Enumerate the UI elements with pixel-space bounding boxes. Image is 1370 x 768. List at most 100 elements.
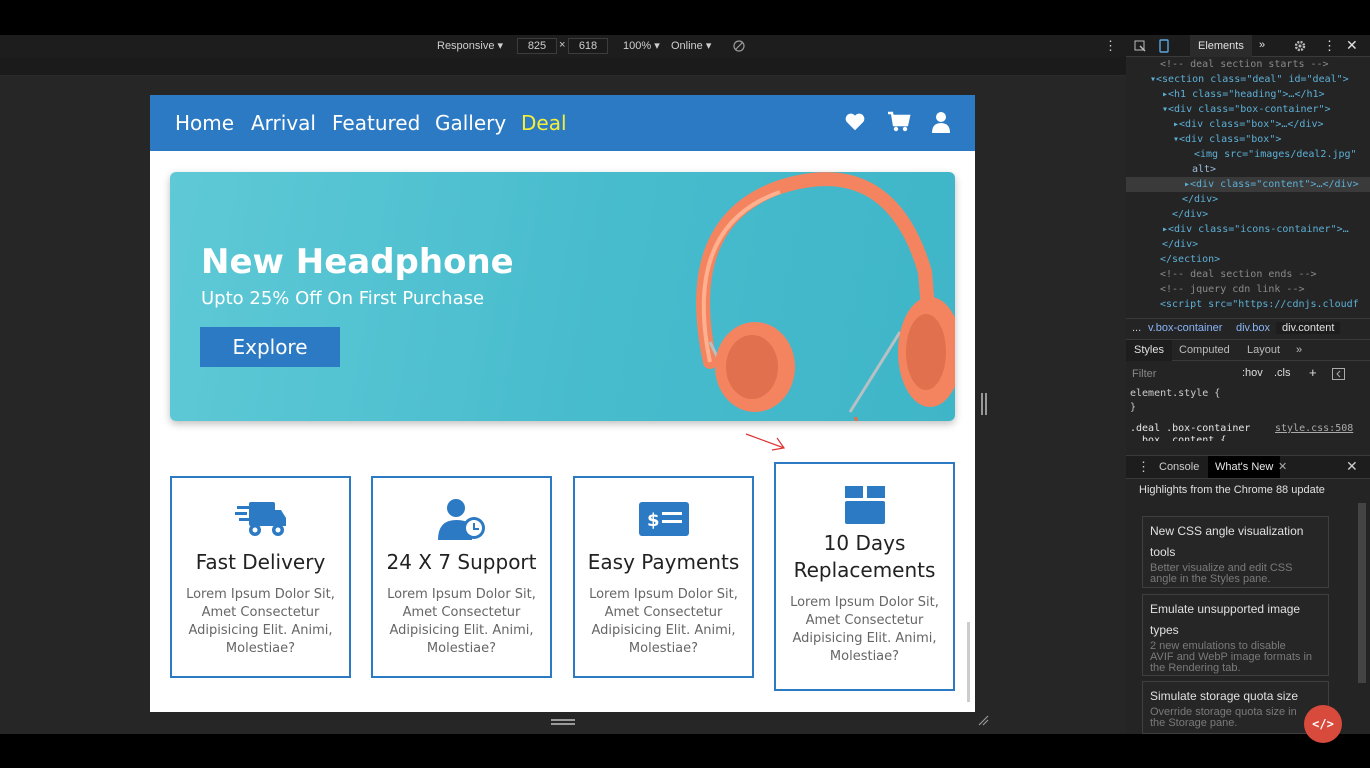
cls-toggle[interactable]: .cls: [1274, 367, 1291, 379]
money-check-icon: $: [638, 502, 689, 536]
dom-line[interactable]: <!-- jquery cdn link -->: [1160, 282, 1305, 297]
tab-styles[interactable]: Styles: [1126, 340, 1172, 361]
tab-elements[interactable]: Elements: [1190, 35, 1252, 57]
dom-line[interactable]: </div>: [1182, 192, 1218, 207]
dom-line[interactable]: </div>: [1172, 207, 1208, 222]
deal-banner: New Headphone Upto 25% Off On First Purc…: [170, 172, 955, 421]
zoom-select[interactable]: 100% ▾: [623, 39, 660, 52]
dom-line[interactable]: <script src="https://cdnjs.cloudf: [1160, 297, 1359, 312]
inspect-icon[interactable]: [1134, 40, 1146, 52]
whats-new-card[interactable]: New CSS angle visualization tools Better…: [1142, 516, 1329, 588]
css-rule-source-link[interactable]: style.css:508: [1275, 423, 1353, 434]
tab-whats-new[interactable]: What's New: [1208, 456, 1281, 478]
resize-handle-right[interactable]: [981, 393, 987, 415]
dom-line[interactable]: ▾<div class="box-container">: [1162, 102, 1331, 117]
cart-icon[interactable]: [887, 111, 911, 133]
rotate-icon[interactable]: [733, 40, 745, 52]
tab-more-styles[interactable]: »: [1296, 344, 1302, 356]
drawer-tabs: ⋮ Console What's New ✕ ✕: [1126, 455, 1370, 479]
feature-text-line: Molestiae?: [628, 641, 699, 656]
dimension-separator: ×: [559, 39, 566, 51]
breadcrumb-ellipsis[interactable]: ...: [1132, 322, 1141, 334]
nav-arrival-link[interactable]: Arrival: [251, 111, 316, 135]
feature-text-line: Lorem Ipsum Dolor Sit,: [186, 587, 335, 602]
devtools-tabs: Elements » ⋮ ✕: [1126, 35, 1370, 57]
dom-line[interactable]: ▸<div class="box">…</div>: [1173, 117, 1324, 132]
headphone-image: [696, 172, 955, 421]
dom-line[interactable]: </div>: [1162, 237, 1198, 252]
dom-line[interactable]: </section>: [1160, 252, 1220, 267]
hov-toggle[interactable]: :hov: [1242, 367, 1263, 379]
resize-corner-icon[interactable]: [977, 714, 989, 726]
filter-input[interactable]: Filter: [1132, 368, 1156, 380]
device-toggle-icon[interactable]: [1158, 39, 1170, 53]
heart-icon[interactable]: [844, 111, 866, 133]
nav-featured-link[interactable]: Featured: [332, 111, 420, 135]
drawer-menu-icon[interactable]: ⋮: [1137, 459, 1150, 475]
dom-line[interactable]: ▾<section class="deal" id="deal">: [1150, 72, 1349, 87]
feature-text-line: Molestiae?: [426, 641, 497, 656]
tab-more[interactable]: »: [1259, 39, 1265, 51]
breadcrumb-item-active[interactable]: div.content: [1276, 322, 1341, 334]
css-rule-selector[interactable]: .deal .box-container: [1130, 423, 1250, 434]
breadcrumb-item[interactable]: div.box: [1236, 322, 1270, 334]
tab-computed[interactable]: Computed: [1179, 344, 1230, 356]
element-style-rule[interactable]: element.style {: [1130, 388, 1220, 399]
nav-gallery-link[interactable]: Gallery: [435, 111, 506, 135]
dom-line[interactable]: ▸<div class="icons-container">…: [1162, 222, 1349, 237]
dom-line[interactable]: <!-- deal section starts -->: [1160, 57, 1329, 72]
feature-text-line: Molestiae?: [829, 649, 900, 664]
device-select[interactable]: Responsive ▾: [437, 39, 503, 52]
dom-line[interactable]: ▾<div class="box">: [1173, 132, 1281, 147]
feature-text-line: Lorem Ipsum Dolor Sit,: [387, 587, 536, 602]
banner-subtitle: Upto 25% Off On First Purchase: [201, 288, 485, 309]
close-devtools-icon[interactable]: ✕: [1346, 37, 1358, 54]
feature-text-line: Lorem Ipsum Dolor Sit,: [589, 587, 738, 602]
more-options-icon[interactable]: ⋮: [1104, 38, 1117, 54]
window-bottom-bar: [0, 734, 1370, 768]
feature-text-line: Adipisicing Elit. Animi,: [792, 631, 937, 646]
page-scrollbar[interactable]: [967, 622, 970, 702]
tab-layout[interactable]: Layout: [1247, 344, 1280, 356]
devtools-menu-icon[interactable]: ⋮: [1323, 38, 1336, 54]
device-toolbar: Responsive ▾ 825 × 618 100% ▾ Online ▾ ⋮: [0, 35, 1126, 57]
explore-button[interactable]: Explore: [200, 327, 340, 367]
media-query-bar: [0, 57, 1126, 76]
truck-icon: [234, 502, 286, 536]
dom-line[interactable]: alt>: [1192, 162, 1216, 177]
resize-handle-bottom[interactable]: [551, 719, 575, 725]
dom-line-selected[interactable]: ▸<div class="content">…</div>: [1126, 177, 1370, 192]
whats-new-card[interactable]: Emulate unsupported image types 2 new em…: [1142, 594, 1329, 676]
user-icon[interactable]: [931, 111, 951, 133]
code-icon[interactable]: </>: [1304, 705, 1342, 743]
dom-line[interactable]: <!-- deal section ends -->: [1160, 267, 1317, 282]
tab-console[interactable]: Console: [1159, 461, 1199, 473]
page-preview: Home Arrival Featured Gallery Deal New H…: [150, 95, 975, 712]
whats-new-card[interactable]: Simulate storage quota size Override sto…: [1142, 681, 1329, 734]
card-title-line: Emulate unsupported image: [1150, 602, 1301, 616]
network-throttle-select[interactable]: Online ▾: [671, 39, 711, 52]
feature-text-line: Amet Consectetur: [805, 613, 924, 628]
breadcrumb-item[interactable]: v.box-container: [1148, 322, 1222, 334]
box-icon: [844, 486, 885, 524]
drawer-scrollbar[interactable]: [1358, 503, 1366, 683]
dom-line[interactable]: <img src="images/deal2.jpg": [1194, 147, 1357, 162]
card-title-line: Simulate storage quota size: [1150, 689, 1299, 703]
viewport-height-input[interactable]: 618: [568, 38, 608, 54]
dom-line[interactable]: ▸<h1 class="heading">…</h1>: [1162, 87, 1325, 102]
close-tab-icon[interactable]: ✕: [1278, 460, 1287, 473]
feature-box-delivery: Fast Delivery Lorem Ipsum Dolor Sit, Ame…: [170, 476, 351, 678]
viewport-width-input[interactable]: 825: [517, 38, 557, 54]
new-rule-button[interactable]: +: [1309, 365, 1317, 380]
feature-title: Easy Payments: [587, 550, 740, 574]
css-rule-selector-cont: .box .content {: [1136, 435, 1227, 441]
feature-text-line: Amet Consectetur: [201, 605, 320, 620]
devtools-panel: Elements » ⋮ ✕ <!-- deal section starts …: [1126, 35, 1370, 734]
breadcrumb: ... v.box-container div.box div.content: [1126, 318, 1370, 338]
close-drawer-icon[interactable]: ✕: [1346, 458, 1358, 475]
feature-box-support: 24 X 7 Support Lorem Ipsum Dolor Sit, Am…: [371, 476, 552, 678]
nav-home-link[interactable]: Home: [175, 111, 234, 135]
nav-deal-link[interactable]: Deal: [521, 111, 567, 135]
sidebar-toggle-icon[interactable]: [1332, 368, 1345, 380]
gear-icon[interactable]: [1294, 40, 1306, 52]
